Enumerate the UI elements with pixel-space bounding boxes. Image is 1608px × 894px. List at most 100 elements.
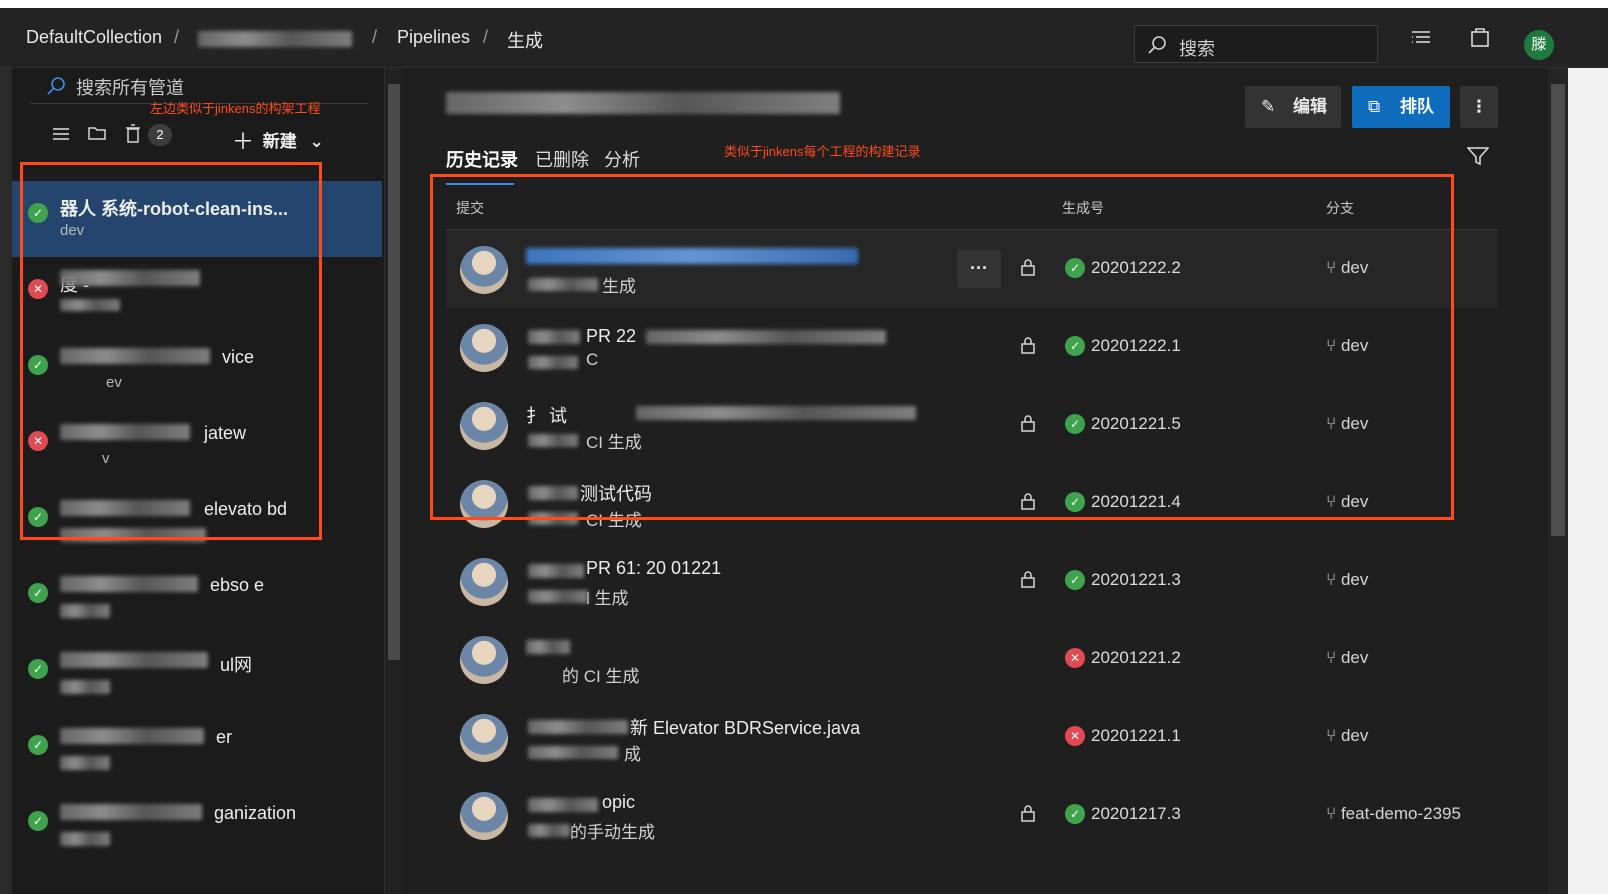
pipeline-name: ul网 (220, 655, 253, 675)
marketplace-bag-icon[interactable] (1470, 26, 1490, 48)
status-success-icon: ✓ (28, 811, 48, 831)
build-row[interactable]: opic 的手动生成 ✓ 20201217.3 ⑂ feat-demo-2395 (446, 776, 1498, 854)
redacted-text (526, 640, 570, 654)
left-scrollbar[interactable] (384, 68, 402, 894)
redacted-text (528, 720, 628, 734)
tab-history[interactable]: 历史记录 (446, 146, 518, 172)
build-row[interactable]: PR 61: 20 01221 l 生成 ✓ 20201221.3 ⑂ dev (446, 542, 1498, 620)
pipeline-name: ebso e (210, 575, 265, 595)
breadcrumb-collection[interactable]: DefaultCollection (26, 27, 162, 48)
plus-icon: ＋ (232, 129, 255, 154)
filter-icon[interactable] (1467, 146, 1489, 166)
redacted-text (60, 832, 110, 846)
main-scrollbar[interactable] (1548, 68, 1568, 894)
branch-icon: ⑂ (1326, 726, 1337, 745)
build-number[interactable]: 20201221.2 (1091, 648, 1181, 668)
redacted-text (60, 576, 198, 592)
build-commit-title: 新 Elevator BDRService.java (630, 718, 861, 738)
pipeline-name: ganization (214, 803, 297, 823)
build-failed-icon: ✕ (1065, 648, 1085, 668)
status-success-icon: ✓ (28, 735, 48, 755)
branch-icon: ⑂ (1326, 570, 1337, 589)
redacted-text (528, 746, 618, 759)
branch-name: dev (1340, 648, 1369, 667)
new-pipeline-button[interactable]: ＋ 新建 ⌄ (232, 122, 324, 154)
redacted-text (60, 652, 208, 668)
main-annotation-box (430, 174, 1454, 520)
build-commit-subtitle: l 生成 (586, 589, 629, 608)
build-commit-subtitle: 的手动生成 (570, 823, 655, 842)
edit-label: 编辑 (1293, 97, 1327, 116)
left-edge-strip (0, 68, 12, 894)
pipeline-name: er (216, 727, 233, 747)
pipeline-item[interactable]: ✓ ganization (12, 789, 382, 865)
breadcrumb-project-redacted[interactable] (198, 31, 352, 52)
breadcrumb-pipelines[interactable]: Pipelines (397, 27, 470, 48)
build-success-icon: ✓ (1065, 804, 1085, 824)
list-settings-icon[interactable] (1410, 28, 1432, 48)
list-view-icon[interactable] (52, 126, 70, 142)
queue-label: 排队 (1400, 97, 1434, 116)
scrollbar-thumb[interactable] (388, 84, 400, 660)
pencil-icon: ✎ (1261, 97, 1276, 116)
author-avatar (460, 636, 508, 684)
global-search-input[interactable]: 搜索 (1134, 25, 1378, 63)
branch-name: feat-demo-2395 (1340, 804, 1461, 823)
pipeline-search-input[interactable]: 搜索所有管道 (76, 74, 184, 100)
main-annotation-note: 类似于jinkens每个工程的构建记录 (724, 144, 921, 159)
tab-analytics[interactable]: 分析 (604, 146, 640, 172)
build-number[interactable]: 20201217.3 (1091, 804, 1181, 824)
left-annotation-note: 左边类似于jinkens的构架工程 (150, 101, 321, 116)
build-branch: ⑂ dev (1326, 570, 1368, 590)
pipeline-item[interactable]: ✓ ul网 (12, 637, 382, 713)
scrollbar-thumb[interactable] (1551, 84, 1565, 536)
build-row[interactable]: 新 Elevator BDRService.java 成 ✕ 20201221.… (446, 698, 1498, 776)
author-avatar (460, 792, 508, 840)
lock-icon (1021, 805, 1035, 822)
pipeline-title-redacted (446, 92, 840, 121)
build-number[interactable]: 20201221.3 (1091, 570, 1181, 590)
queue-icon: ⧉ (1368, 97, 1381, 116)
build-number[interactable]: 20201221.1 (1091, 726, 1181, 746)
left-annotation-box (20, 162, 322, 540)
redacted-text (528, 798, 598, 812)
author-avatar (460, 714, 508, 762)
more-actions-button[interactable]: ⋮ (1460, 86, 1498, 128)
build-success-icon: ✓ (1065, 570, 1085, 590)
build-branch: ⑂ dev (1326, 726, 1368, 746)
user-avatar[interactable]: 滕 (1524, 30, 1554, 60)
build-commit-subtitle: 成 (624, 745, 641, 764)
search-icon (1148, 36, 1166, 54)
build-failed-icon: ✕ (1065, 726, 1085, 746)
status-success-icon: ✓ (28, 583, 48, 603)
pipeline-item[interactable]: ✓ er (12, 713, 382, 789)
build-row[interactable]: 的 CI 生成 ✕ 20201221.2 ⑂ dev (446, 620, 1498, 698)
breadcrumb-separator: / (483, 27, 489, 47)
new-label: 新建 (262, 132, 297, 151)
window-top-strip (0, 0, 1608, 8)
edit-button[interactable]: ✎ 编辑 (1245, 86, 1341, 128)
search-icon (47, 77, 65, 95)
branch-name: dev (1340, 726, 1369, 745)
top-bar: DefaultCollection / / Pipelines / 生成 搜索 … (0, 8, 1608, 68)
redacted-text (60, 728, 204, 744)
chevron-down-icon: ⌄ (309, 132, 324, 151)
redacted-text (528, 564, 584, 578)
redacted-text (60, 604, 110, 618)
recycle-bin-icon[interactable] (125, 124, 141, 143)
queue-run-button[interactable]: ⧉ 排队 (1352, 86, 1450, 128)
deleted-count-badge: 2 (148, 124, 172, 146)
author-avatar (460, 558, 508, 606)
build-branch: ⑂ feat-demo-2395 (1326, 804, 1461, 824)
status-success-icon: ✓ (28, 659, 48, 679)
breadcrumb-separator: / (372, 27, 378, 47)
build-commit-title: opic (602, 792, 636, 812)
folder-view-icon[interactable] (88, 125, 106, 141)
redacted-text (60, 680, 110, 694)
branch-name: dev (1340, 570, 1369, 589)
pipeline-item[interactable]: ✓ ebso e (12, 561, 382, 637)
tab-deleted[interactable]: 已删除 (535, 146, 589, 172)
redacted-text (60, 804, 202, 820)
breadcrumb-current[interactable]: 生成 (507, 27, 543, 53)
build-commit-subtitle: 的 CI 生成 (562, 667, 640, 686)
